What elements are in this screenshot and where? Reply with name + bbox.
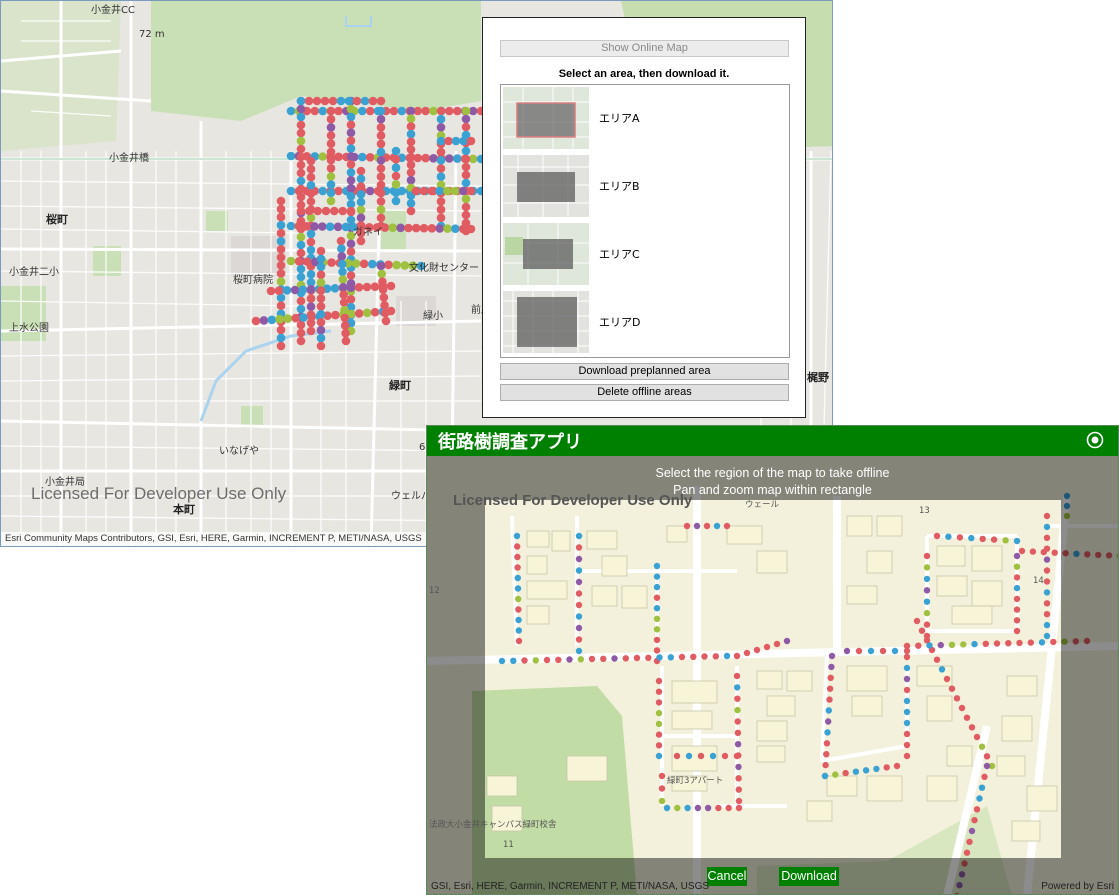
developer-watermark: Licensed For Developer Use Only <box>453 492 693 509</box>
select-area-message: Select an area, then download it. <box>558 68 730 80</box>
map-place-label: 緑小 <box>423 311 443 322</box>
developer-watermark: Licensed For Developer Use Only <box>31 484 287 503</box>
map-place-label: ウェルパ <box>391 491 431 502</box>
map-place-label: 小金井二小 <box>9 267 59 278</box>
map-place-label: 72 m <box>139 29 165 40</box>
show-online-map-button[interactable]: Show Online Map <box>500 40 789 57</box>
app-title: 街路樹調査アプリ <box>438 432 582 453</box>
map-place-label: ガネイ <box>353 227 383 238</box>
cancel-button[interactable]: Cancel <box>707 867 747 886</box>
map-place-label: 小金井橋 <box>109 153 149 164</box>
area-thumbnail <box>503 223 589 285</box>
area-name: エリアD <box>599 316 641 329</box>
area-thumbnail <box>503 155 589 217</box>
map-place-label: 12 <box>429 586 440 596</box>
map-place-label: ウェール <box>745 500 780 510</box>
map-place-label: 13 <box>919 506 930 516</box>
area-item-d[interactable]: エリアD <box>502 289 788 355</box>
map-place-label: 緑町3アパート <box>667 776 724 786</box>
map-place-label: 法政大小金井キャンパス緑町校舎 <box>429 820 557 830</box>
app-title-bar: 街路樹調査アプリ <box>427 426 1118 456</box>
area-item-a[interactable]: エリアA <box>502 85 788 151</box>
download-button[interactable]: Download <box>779 867 839 886</box>
radio-button-icon[interactable] <box>1086 431 1104 449</box>
powered-by-esri: Powered by Esri <box>1041 881 1114 892</box>
map-place-label: 上水公園 <box>9 323 49 334</box>
area-name: エリアB <box>599 180 640 193</box>
area-item-c[interactable]: エリアC <box>502 221 788 287</box>
area-list[interactable]: エリアA エリアB エリアC エリアD <box>500 84 790 358</box>
street-tree-survey-app-window: 街路樹調査アプリ ウェール 13 14 12 緑町3アパート 法政大小金井キャン… <box>426 425 1119 895</box>
map-place-label: 桜町 <box>46 213 68 226</box>
map-place-label: 文化財センター <box>409 263 479 274</box>
map-place-label: 桜町病院 <box>233 275 273 286</box>
map-place-label: 14 <box>1033 576 1044 586</box>
download-preplanned-button[interactable]: Download preplanned area <box>500 363 789 380</box>
area-thumbnail <box>503 291 589 353</box>
map-place-label: 小金井CC <box>91 5 135 16</box>
area-name: エリアC <box>599 248 640 261</box>
area-thumbnail <box>503 87 589 149</box>
delete-offline-areas-button[interactable]: Delete offline areas <box>500 384 789 401</box>
area-item-b[interactable]: エリアB <box>502 153 788 219</box>
preplanned-area-panel: Show Online Map Select an area, then dow… <box>482 17 806 418</box>
map-attribution: GSI, Esri, HERE, Garmin, INCREMENT P, ME… <box>431 881 710 892</box>
area-name: エリアA <box>599 112 640 125</box>
offline-instruction-1: Select the region of the map to take off… <box>655 466 890 480</box>
map-place-label: 11 <box>503 840 514 850</box>
map-place-label: 緑町 <box>389 379 411 392</box>
map-place-label: いなげや <box>219 446 259 457</box>
map-place-label: 梶野 <box>807 371 829 384</box>
